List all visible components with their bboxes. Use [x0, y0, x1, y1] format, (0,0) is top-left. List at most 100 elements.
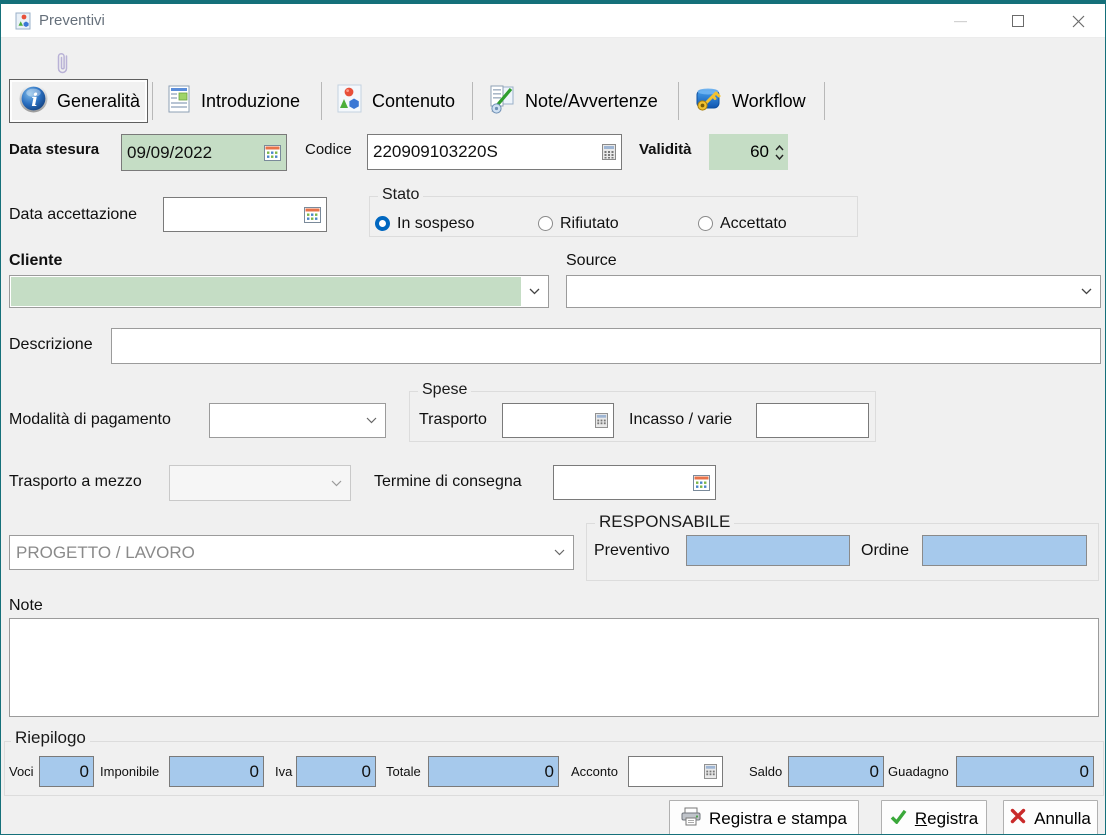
trasporto-mezzo-label: Trasporto a mezzo — [9, 473, 142, 491]
stato-group-label: Stato — [378, 186, 423, 204]
annulla-label: Annulla — [1034, 809, 1091, 829]
spin-up-icon — [775, 145, 784, 151]
resp-preventivo-label: Preventivo — [594, 542, 670, 560]
codice-field[interactable] — [367, 134, 622, 170]
calculator-icon[interactable] — [595, 413, 608, 428]
window-title: Preventivi — [39, 12, 105, 29]
descrizione-field[interactable] — [111, 328, 1101, 364]
close-icon — [1072, 15, 1085, 28]
validita-label: Validità — [639, 141, 692, 158]
tab-contenuto[interactable]: Contenuto — [327, 79, 468, 123]
close-button[interactable] — [1055, 4, 1101, 38]
descrizione-label: Descrizione — [9, 336, 93, 354]
printer-icon — [681, 807, 701, 831]
radio-rifiutato[interactable] — [538, 216, 553, 231]
calendar-icon[interactable] — [693, 475, 710, 491]
tab-label: Contenuto — [372, 91, 455, 112]
calculator-icon[interactable] — [704, 764, 717, 779]
resp-ordine-field — [922, 535, 1087, 566]
tab-generalita[interactable]: i Generalità — [9, 79, 148, 123]
spese-group-label: Spese — [418, 381, 471, 399]
tab-separator — [152, 82, 153, 120]
tab-label: Workflow — [732, 91, 806, 112]
tab-label: Introduzione — [201, 91, 300, 112]
modalita-pagamento-label: Modalità di pagamento — [9, 411, 171, 429]
incasso-varie-input[interactable] — [762, 411, 863, 431]
data-stesura-input[interactable] — [127, 143, 260, 163]
chevron-down-icon[interactable] — [529, 288, 540, 295]
data-stesura-field[interactable] — [121, 134, 287, 171]
guadagno-value: 0 — [1080, 762, 1089, 782]
titlebar: Preventivi — [1, 4, 1105, 38]
data-accettazione-input[interactable] — [169, 205, 300, 225]
responsabile-group-label: RESPONSABILE — [595, 512, 734, 532]
imponibile-label: Imponibile — [100, 764, 159, 779]
chevron-down-icon[interactable] — [331, 480, 342, 487]
annulla-button[interactable]: Annulla — [1003, 800, 1098, 835]
descrizione-input[interactable] — [117, 336, 1095, 356]
data-accettazione-label: Data accettazione — [9, 206, 137, 224]
acconto-input[interactable] — [634, 762, 700, 782]
attachment-paperclip-icon[interactable] — [54, 50, 72, 81]
maximize-icon — [1012, 15, 1024, 27]
voci-value: 0 — [80, 762, 89, 782]
saldo-value: 0 — [870, 762, 879, 782]
imponibile-value: 0 — [250, 762, 259, 782]
source-label: Source — [566, 252, 617, 270]
maximize-button[interactable] — [995, 4, 1041, 38]
radio-accettato-label[interactable]: Accettato — [720, 215, 787, 233]
tab-workflow[interactable]: Workflow — [684, 79, 820, 123]
tab-introduzione[interactable]: Introduzione — [157, 79, 317, 123]
progetto-lavoro-placeholder: PROGETTO / LAVORO — [10, 543, 195, 563]
validita-spinner[interactable]: 60 — [709, 134, 788, 170]
progetto-lavoro-combobox[interactable]: PROGETTO / LAVORO — [9, 535, 574, 570]
tab-separator — [321, 82, 322, 120]
resp-preventivo-field — [686, 535, 850, 566]
shapes-icon — [336, 84, 363, 118]
radio-rifiutato-label[interactable]: Rifiutato — [560, 215, 619, 233]
voci-label: Voci — [9, 764, 34, 779]
incasso-varie-label: Incasso / varie — [629, 411, 732, 429]
cliente-combobox[interactable] — [9, 275, 549, 308]
check-icon — [890, 809, 907, 829]
trasporto-label: Trasporto — [419, 411, 487, 429]
cliente-label: Cliente — [9, 252, 62, 270]
codice-input[interactable] — [373, 142, 598, 162]
radio-in-sospeso[interactable] — [375, 216, 390, 231]
termine-consegna-input[interactable] — [559, 473, 689, 493]
app-icon — [14, 12, 32, 35]
note-textarea[interactable] — [9, 618, 1099, 717]
registra-e-stampa-button[interactable]: Registra e stampa — [669, 800, 859, 835]
registra-button[interactable]: Registra — [881, 800, 987, 835]
chevron-down-icon[interactable] — [366, 417, 377, 424]
minimize-icon — [954, 20, 967, 23]
radio-in-sospeso-label[interactable]: In sospeso — [397, 215, 474, 233]
trasporto-input[interactable] — [508, 411, 591, 431]
chevron-down-icon[interactable] — [554, 549, 565, 556]
registra-e-stampa-label: Registra e stampa — [709, 809, 847, 829]
cliente-value-area — [11, 277, 521, 306]
data-stesura-label: Data stesura — [9, 141, 99, 158]
acconto-field[interactable] — [628, 756, 723, 787]
minimize-button[interactable] — [937, 4, 983, 38]
calendar-icon[interactable] — [304, 207, 321, 223]
trasporto-field[interactable] — [502, 403, 614, 438]
modalita-pagamento-combobox[interactable] — [209, 403, 386, 438]
radio-accettato[interactable] — [698, 216, 713, 231]
source-combobox[interactable] — [566, 275, 1101, 308]
chevron-down-icon[interactable] — [1081, 288, 1092, 295]
tab-note-avvertenze[interactable]: Note/Avvertenze — [478, 79, 674, 123]
imponibile-field: 0 — [169, 756, 264, 787]
info-icon: i — [19, 84, 48, 118]
database-key-icon — [693, 84, 723, 119]
incasso-varie-field[interactable] — [756, 403, 869, 438]
totale-label: Totale — [386, 764, 421, 779]
trasporto-mezzo-combobox[interactable] — [169, 465, 351, 501]
termine-consegna-field[interactable] — [553, 465, 716, 500]
codice-label: Codice — [305, 141, 352, 158]
calculator-icon[interactable] — [602, 144, 616, 160]
calendar-icon[interactable] — [264, 145, 281, 161]
data-accettazione-field[interactable] — [163, 197, 327, 232]
riepilogo-group-label: Riepilogo — [11, 728, 90, 748]
spinner-arrows[interactable] — [772, 145, 788, 160]
